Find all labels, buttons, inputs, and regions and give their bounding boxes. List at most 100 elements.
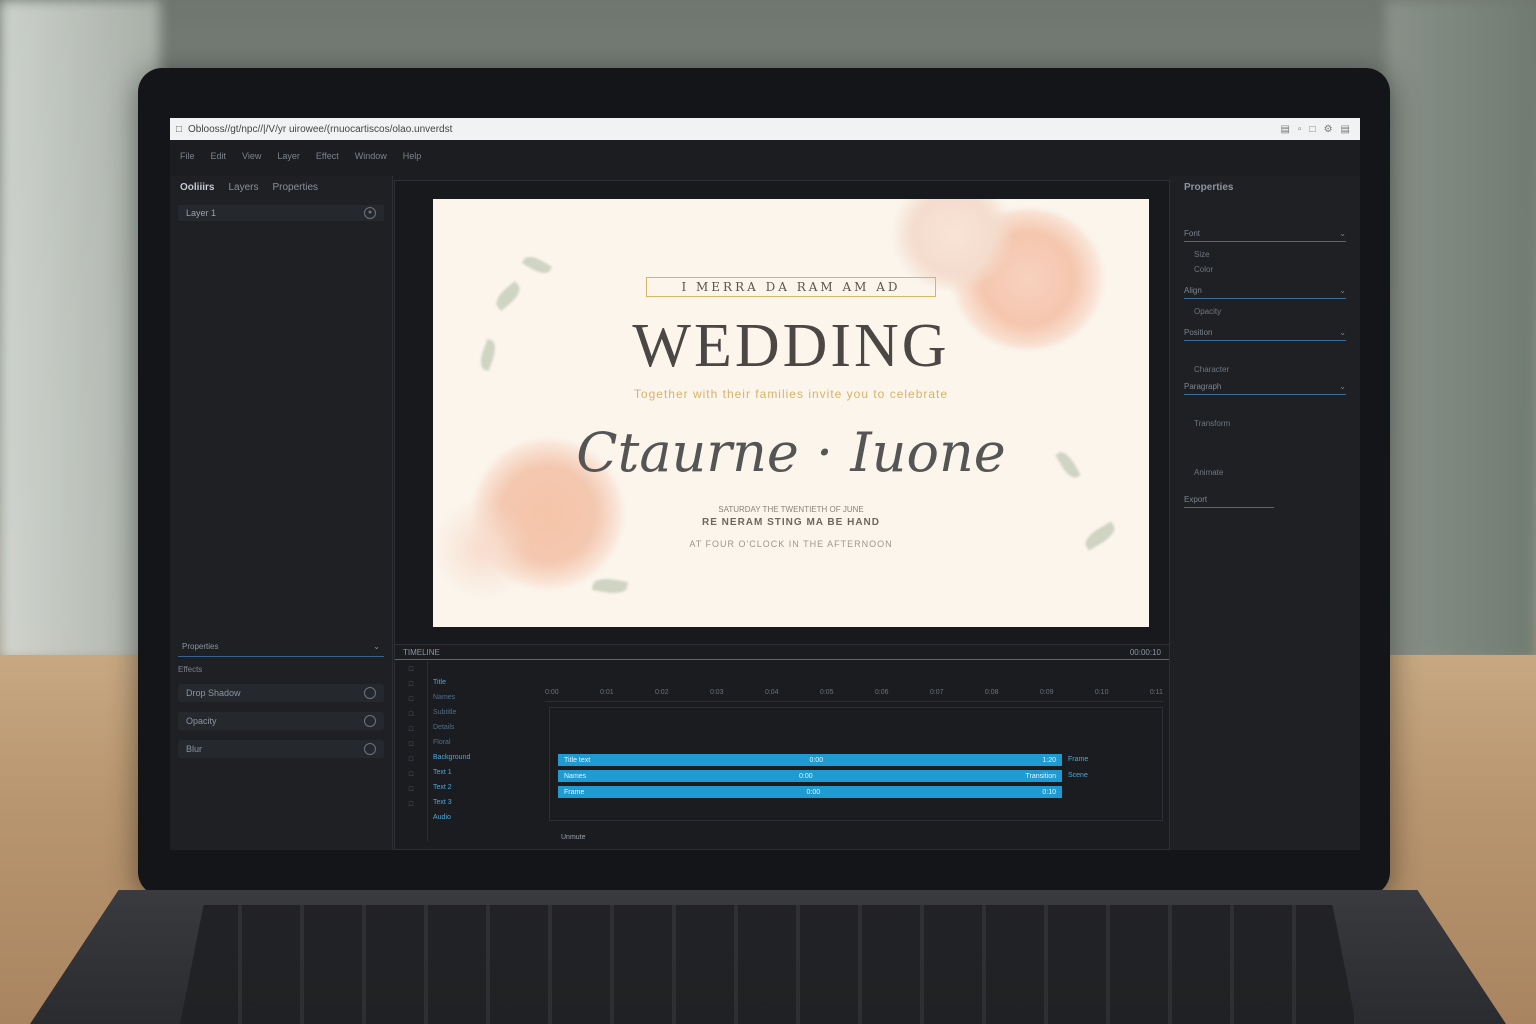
timeline-ruler[interactable]: 0:00 0:01 0:02 0:03 0:04 0:05 0:06 0:07 … <box>545 689 1163 702</box>
effect-row[interactable]: Opacity <box>178 712 384 730</box>
eye-icon[interactable]: □ <box>395 801 427 811</box>
timeline-layer[interactable]: Audio <box>433 814 543 826</box>
timeline-clip[interactable]: Names 0:00 Transition <box>558 770 1062 782</box>
property-label: Font <box>1184 229 1201 238</box>
timeline-layer[interactable]: Text 1 <box>433 769 543 781</box>
lock-icon[interactable]: □ <box>395 696 427 706</box>
tab-outlines[interactable]: Ooliiirs <box>180 182 214 193</box>
timeline-layer[interactable]: Names <box>433 694 543 706</box>
extension-icon[interactable]: ▫ <box>1298 124 1302 135</box>
leaf-illustration <box>521 252 553 278</box>
menu-item-view[interactable]: View <box>242 151 261 161</box>
clip-start: 0:00 <box>806 788 821 796</box>
clip-label: Title text <box>564 756 591 764</box>
eye-icon[interactable]: □ <box>395 681 427 691</box>
chevron-down-icon[interactable]: ⌄ <box>1339 229 1346 241</box>
effects-section: Properties ⌄ Effects Drop Shadow Opacity… <box>170 642 392 768</box>
toggle-icon[interactable] <box>364 687 376 699</box>
eye-icon[interactable]: □ <box>395 741 427 751</box>
settings-icon[interactable]: ⚙ <box>1324 124 1333 135</box>
right-panel-title: Properties <box>1184 182 1234 193</box>
ruler-tick: 0:02 <box>654 689 669 696</box>
timeline-layer[interactable]: Text 3 <box>433 799 543 811</box>
timeline-toolbar: □ □ □ □ □ □ □ □ □ □ <box>395 661 428 841</box>
clip-start: 0:00 <box>799 772 813 780</box>
toggle-icon[interactable] <box>364 715 376 727</box>
chevron-down-icon[interactable]: ⌄ <box>373 642 380 656</box>
ruler-tick: 0:07 <box>929 689 944 696</box>
timeline-layer[interactable]: Background <box>433 754 543 766</box>
tab-properties[interactable]: Properties <box>272 182 318 193</box>
section-label[interactable]: Animate <box>1194 468 1336 477</box>
canvas-area[interactable]: I MERRA DA RAM AM AD WEDDING Together wi… <box>394 180 1170 646</box>
ruler-tick: 0:03 <box>709 689 724 696</box>
chevron-down-icon[interactable]: ⌄ <box>1339 328 1346 340</box>
clip-start: 0:00 <box>809 756 824 764</box>
property-label: Opacity <box>1194 307 1222 316</box>
bookmark-icon[interactable]: ▤ <box>1281 124 1290 135</box>
lock-icon: □ <box>175 123 183 135</box>
section-label[interactable]: Transform <box>1194 419 1336 428</box>
browser-address-bar[interactable]: □ Oblooss//gt/npc//|/V/yr uirowee/(rnuoc… <box>170 118 1360 140</box>
timeline-layer-list: Title Names Subtitle Details Floral Back… <box>433 679 543 829</box>
toggle-icon[interactable] <box>364 743 376 755</box>
timeline-layer[interactable]: Details <box>433 724 543 736</box>
app-menu-bar: File Edit View Layer Effect Window Help <box>170 146 1360 166</box>
timeline-layer[interactable]: Floral <box>433 739 543 751</box>
property-label: Export <box>1184 495 1208 504</box>
chevron-down-icon[interactable]: ⌄ <box>1339 286 1346 298</box>
tab-layers[interactable]: Layers <box>228 182 258 193</box>
background-window <box>0 0 160 660</box>
menu-item-edit[interactable]: Edit <box>211 151 227 161</box>
invitation-date[interactable]: SATURDAY THE TWENTIETH OF JUNE <box>433 505 1149 514</box>
left-panel-tabs: Ooliiirs Layers Properties <box>170 176 392 199</box>
invitation-top-line: I MERRA DA RAM AM AD <box>433 277 1149 297</box>
property-field[interactable]: Position ⌄ <box>1184 328 1346 341</box>
visibility-icon[interactable]: ● <box>364 207 376 219</box>
menu-item-window[interactable]: Window <box>355 151 387 161</box>
lock-icon[interactable]: □ <box>395 726 427 736</box>
lock-icon[interactable]: □ <box>395 786 427 796</box>
timeline-layer[interactable]: Text 2 <box>433 784 543 796</box>
timeline-clip[interactable]: Title text 0:00 1:20 <box>558 754 1062 766</box>
lock-icon[interactable]: □ <box>395 756 427 766</box>
share-icon[interactable]: □ <box>1310 124 1316 135</box>
layer-item[interactable]: Layer 1 ● <box>178 205 384 221</box>
invitation-venue[interactable]: RE NERAM STING MA BE HAND <box>433 517 1149 528</box>
effects-header-label: Properties <box>182 642 219 651</box>
menu-item-help[interactable]: Help <box>403 151 422 161</box>
effect-row-label: Blur <box>186 744 203 754</box>
effect-row[interactable]: Blur <box>178 740 384 758</box>
timeline-panel: TIMELINE 00:00:10 □ □ □ □ □ □ □ □ □ □ Ti… <box>394 644 1170 850</box>
eye-icon[interactable]: □ <box>395 771 427 781</box>
menu-item-file[interactable]: File <box>180 151 195 161</box>
timeline-footer[interactable]: Unmute <box>561 834 586 841</box>
url-text[interactable]: Oblooss//gt/npc//|/V/yr uirowee/(rnuocar… <box>188 124 1281 135</box>
timeline-layer[interactable]: Title <box>433 679 543 691</box>
invitation-top-text: I MERRA DA RAM AM AD <box>646 277 936 297</box>
effect-row[interactable]: Drop Shadow <box>178 684 384 702</box>
chevron-down-icon[interactable]: ⌄ <box>1339 382 1346 394</box>
invitation-time[interactable]: AT FOUR O'CLOCK IN THE AFTERNOON <box>433 539 1149 549</box>
timeline-clip[interactable]: Frame 0:00 0:10 <box>558 786 1062 798</box>
menu-icon[interactable]: ▤ <box>1341 124 1350 135</box>
eye-icon[interactable]: □ <box>395 711 427 721</box>
section-label[interactable]: Character <box>1194 365 1336 374</box>
invitation-names[interactable]: Ctaurne · Iuone <box>433 421 1149 484</box>
menu-item-effect[interactable]: Effect <box>316 151 339 161</box>
track-side-label: Scene <box>1068 772 1088 779</box>
timeline-layer[interactable]: Subtitle <box>433 709 543 721</box>
invitation-title[interactable]: WEDDING <box>433 311 1149 382</box>
track-side-label: Frame <box>1068 756 1089 763</box>
wedding-invitation-artboard[interactable]: I MERRA DA RAM AM AD WEDDING Together wi… <box>433 199 1149 627</box>
ruler-tick: 0:05 <box>819 689 834 696</box>
invitation-subtitle[interactable]: Together with their families invite you … <box>433 387 1149 401</box>
property-field[interactable]: Font ⌄ <box>1184 229 1346 242</box>
property-field[interactable]: Paragraph ⌄ <box>1184 382 1346 395</box>
property-field[interactable]: Export <box>1184 495 1274 508</box>
layer-item-label: Layer 1 <box>186 208 217 218</box>
property-field[interactable]: Align ⌄ <box>1184 286 1346 299</box>
track-area[interactable]: Title text 0:00 1:20 Names 0:00 Transiti… <box>549 707 1163 821</box>
menu-item-layer[interactable]: Layer <box>277 151 300 161</box>
lock-icon[interactable]: □ <box>395 666 427 676</box>
